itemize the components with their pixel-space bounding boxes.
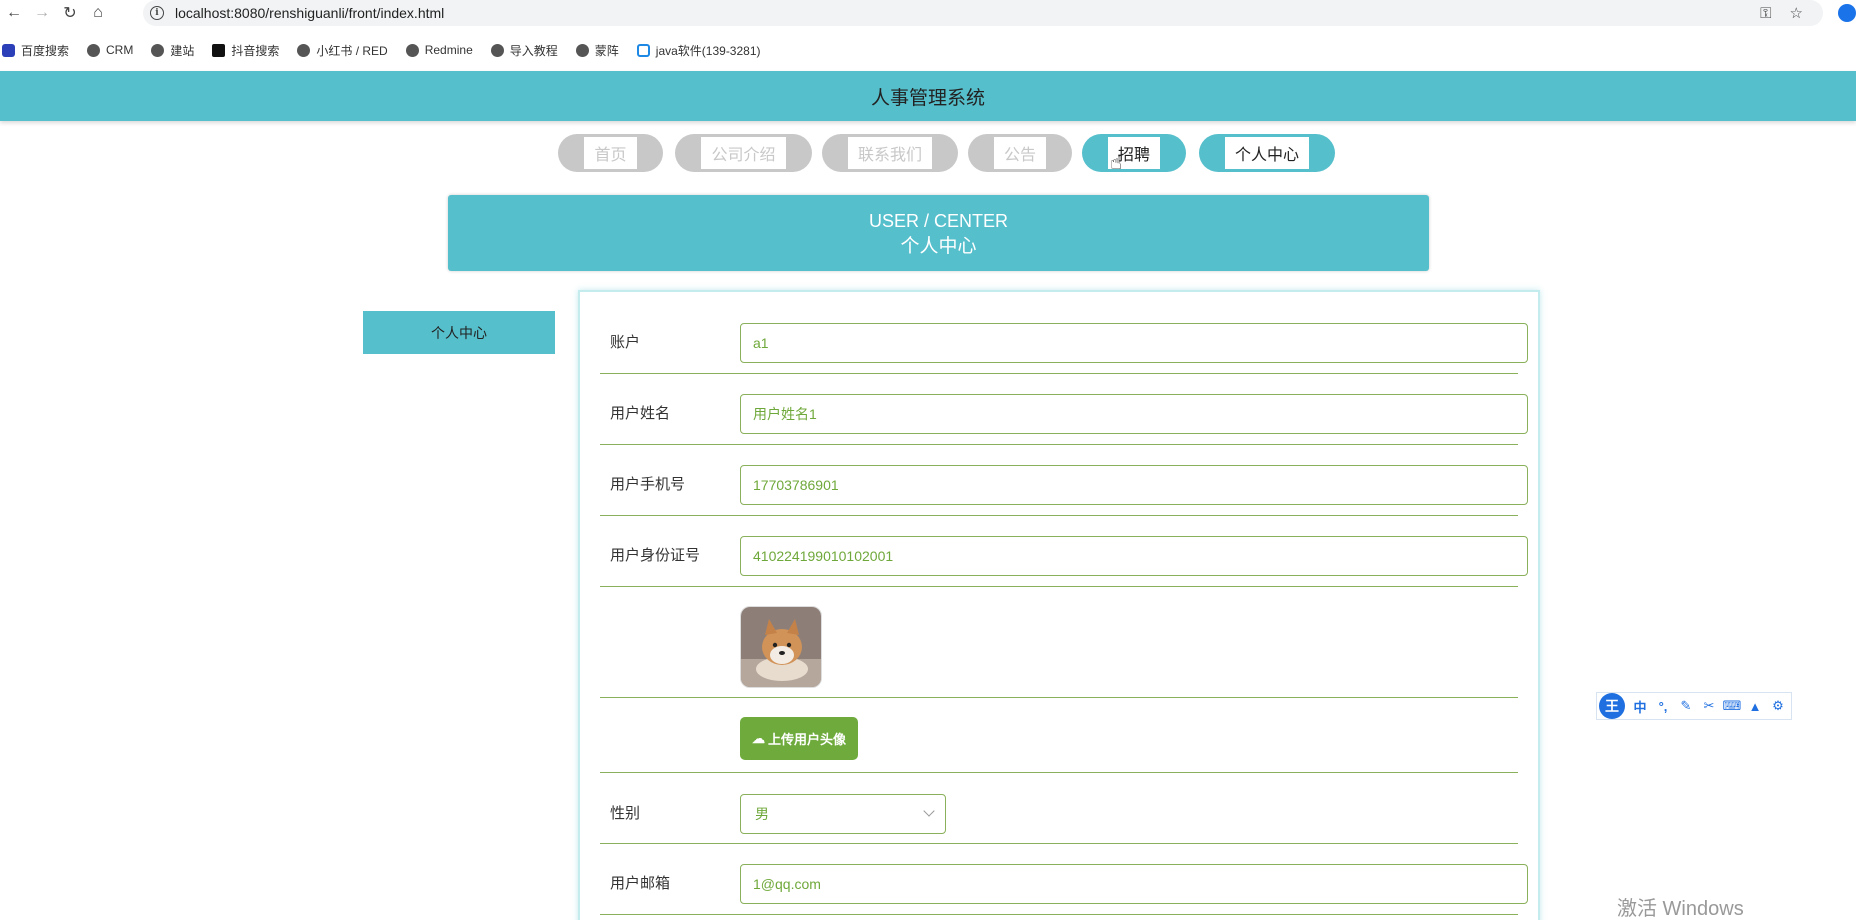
nav-user-center[interactable]: 个人中心 [1199,134,1335,172]
skin-shirt-icon[interactable]: ▲ [1747,698,1763,714]
ime-mode-toggle[interactable]: 中 [1632,698,1648,715]
email-label: 用户邮箱 [610,875,671,892]
avatar-image [740,606,822,688]
nav-notice[interactable]: 公告 [968,134,1072,172]
account-input[interactable] [740,323,1528,363]
gear-icon[interactable]: ⚙ [1770,698,1786,714]
form-row-avatar [600,587,1518,698]
nav-recruitment[interactable]: 招聘 [1082,134,1186,172]
address-bar[interactable]: i localhost:8080/renshiguanli/front/inde… [143,0,1823,26]
sidebar-item-user-center[interactable]: 个人中心 [363,311,555,354]
globe-icon [297,43,311,57]
email-input[interactable] [740,864,1528,904]
profile-form: 账户 用户姓名 用户手机号 用户身份证号 [578,290,1540,920]
form-row-account: 账户 [600,292,1528,374]
globe-icon [405,43,419,57]
phone-input[interactable] [740,465,1528,505]
account-label: 账户 [610,334,641,351]
forward-icon[interactable]: → [28,0,56,26]
bookmark-item[interactable]: Redmine [405,43,473,57]
bookmark-item[interactable]: 导入教程 [490,42,558,59]
form-row-name: 用户姓名 [600,374,1528,445]
bookmark-star-icon[interactable]: ☆ [1790,4,1803,22]
site-info-icon[interactable]: i [143,0,171,26]
profile-avatar-icon[interactable] [1838,4,1856,22]
nav-home[interactable]: 首页 [558,134,663,172]
form-row-upload: ☁ 上传用户头像 [600,698,1518,773]
bookmarks-bar: 百度搜索 CRM 建站 抖音搜索 小红书 / RED Redmine 导入教程 … [0,36,761,64]
ime-toolbar: 王 中 °, ✎ ✂ ⌨ ▲ ⚙ [1596,692,1792,720]
form-row-phone: 用户手机号 [600,445,1528,516]
globe-icon [151,43,165,57]
bookmark-item[interactable]: CRM [87,43,133,57]
banner-title-en: USER / CENTER [868,211,1009,231]
bookmark-item[interactable]: 抖音搜索 [212,42,279,59]
site-title: 人事管理系统 [870,87,985,109]
top-nav: 首页 公司介绍 联系我们 公告 招聘 个人中心 [0,134,1856,174]
cloud-upload-icon: ☁ [751,730,765,746]
form-row-email: 用户邮箱 [600,844,1528,915]
keyboard-icon[interactable]: ⌨ [1723,698,1742,714]
bilibili-icon [636,43,650,57]
hand-cursor-icon: ☝ [1110,152,1123,174]
pen-icon[interactable]: ✎ [1678,698,1694,714]
scissors-icon[interactable]: ✂ [1701,698,1717,714]
phone-label: 用户手机号 [610,476,686,493]
bookmark-item[interactable]: 百度搜索 [2,42,69,59]
idcard-label: 用户身份证号 [610,547,701,564]
upload-avatar-button[interactable]: ☁ 上传用户头像 [740,717,858,760]
ime-logo[interactable]: 王 [1599,693,1625,719]
paw-icon [2,43,15,57]
windows-activation-watermark: 激活 Windows [1617,898,1744,920]
punctuation-icon[interactable]: °, [1655,698,1671,714]
bookmark-item[interactable]: java软件(139-3281) [636,42,761,59]
nav-company-intro[interactable]: 公司介绍 [675,134,812,172]
password-key-icon[interactable]: ⚿ [1760,5,1771,22]
globe-icon [575,43,589,57]
gender-select[interactable]: 男 [740,794,946,834]
idcard-input[interactable] [740,536,1528,576]
browser-toolbar: ← → ↻ ⌂ i localhost:8080/renshiguanli/fr… [0,0,1856,26]
form-row-idcard: 用户身份证号 [600,516,1528,587]
home-icon[interactable]: ⌂ [84,0,112,26]
name-label: 用户姓名 [610,405,671,422]
reload-icon[interactable]: ↻ [56,0,84,26]
tiktok-icon [212,43,226,57]
bookmark-item[interactable]: 小红书 / RED [297,42,388,59]
gender-label: 性别 [610,805,641,822]
globe-icon [87,43,101,57]
site-header: 人事管理系统 [0,71,1856,121]
url-text[interactable]: localhost:8080/renshiguanli/front/index.… [175,5,444,21]
page-banner: USER / CENTER 个人中心 [448,195,1429,271]
banner-title-cn: 个人中心 [900,236,977,257]
globe-icon [490,43,504,57]
form-row-gender: 性别 男 [600,773,1518,844]
bookmark-item[interactable]: 建站 [151,42,194,59]
name-input[interactable] [740,394,1528,434]
nav-contact-us[interactable]: 联系我们 [822,134,958,172]
bookmark-item[interactable]: 蒙阵 [575,42,619,59]
chevron-down-icon [923,805,935,817]
back-icon[interactable]: ← [0,0,28,26]
